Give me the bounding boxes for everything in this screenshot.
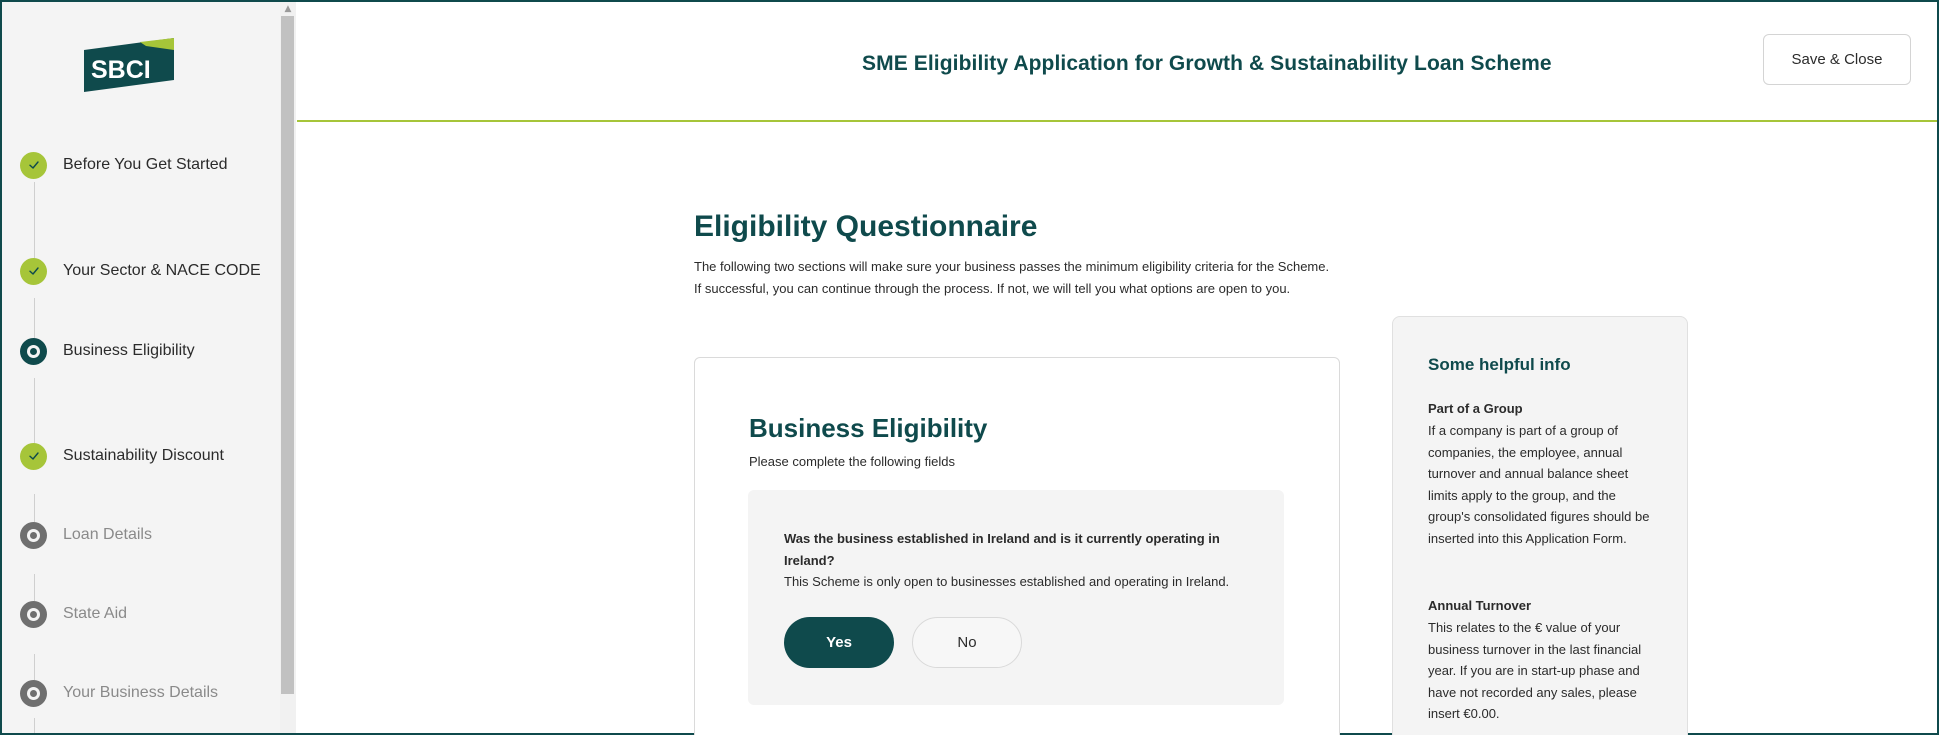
yes-button[interactable]: Yes [784,617,894,668]
page-header: SME Eligibility Application for Growth &… [297,2,1937,122]
questionnaire-description: The following two sections will make sur… [694,256,1344,299]
info-title: Some helpful info [1428,355,1571,374]
info-heading: Annual Turnover [1428,598,1532,613]
business-eligibility-card: Business Eligibility Please complete the… [694,357,1340,735]
page-title: SME Eligibility Application for Growth &… [862,52,1552,75]
current-step-icon [20,337,47,365]
progress-sidebar: SBCI Before You Get Started Your Sector … [2,2,296,733]
helpful-info-panel: Some helpful info Part of a Group If a c… [1392,316,1688,735]
description-line: If successful, you can continue through … [694,280,1291,296]
check-icon [20,257,47,285]
step-before-you-get-started[interactable]: Before You Get Started [20,150,228,180]
step-business-eligibility[interactable]: Business Eligibility [20,336,195,366]
questionnaire-title: Eligibility Questionnaire [694,210,1038,243]
step-sustainability-discount[interactable]: Sustainability Discount [20,441,224,471]
step-sector-nace-code[interactable]: Your Sector & NACE CODE [20,256,261,286]
step-your-business-details[interactable]: Your Business Details [20,678,218,708]
section-subtitle: Please complete the following fields [749,454,955,469]
logo-text: SBCI [91,56,151,84]
no-button[interactable]: No [912,617,1022,668]
question-text: Was the business established in Ireland … [784,531,1220,568]
question-help-text: This Scheme is only open to businesses e… [784,574,1230,589]
step-connector [34,182,35,262]
step-label: Loan Details [63,526,152,543]
pending-step-icon [20,600,47,628]
pending-step-icon [20,679,47,707]
section-title: Business Eligibility [749,413,988,443]
pending-step-icon [20,521,47,549]
step-label: Business Eligibility [63,342,195,359]
check-icon [20,151,47,179]
description-line: The following two sections will make sur… [694,259,1330,274]
info-text: If a company is part of a group of compa… [1428,423,1650,546]
info-text: This relates to the € value of your busi… [1428,620,1642,721]
step-label: Your Business Details [63,684,219,701]
info-heading: Part of a Group [1428,401,1523,416]
scroll-up-icon[interactable]: ▲ [280,2,296,16]
scroll-thumb[interactable] [281,16,294,694]
step-label: State Aid [63,605,128,622]
step-label: Sustainability Discount [63,447,224,464]
step-label: Before You Get Started [63,156,228,173]
step-loan-details[interactable]: Loan Details [20,520,152,550]
save-and-close-button[interactable]: Save & Close [1763,34,1911,85]
sidebar-scrollbar[interactable]: ▲ [280,2,296,733]
step-connector [34,718,35,733]
step-label: Your Sector & NACE CODE [63,262,261,279]
check-icon [20,442,47,470]
step-state-aid[interactable]: State Aid [20,599,127,629]
sbci-logo: SBCI [82,36,176,94]
question-box: Was the business established in Ireland … [748,490,1284,705]
